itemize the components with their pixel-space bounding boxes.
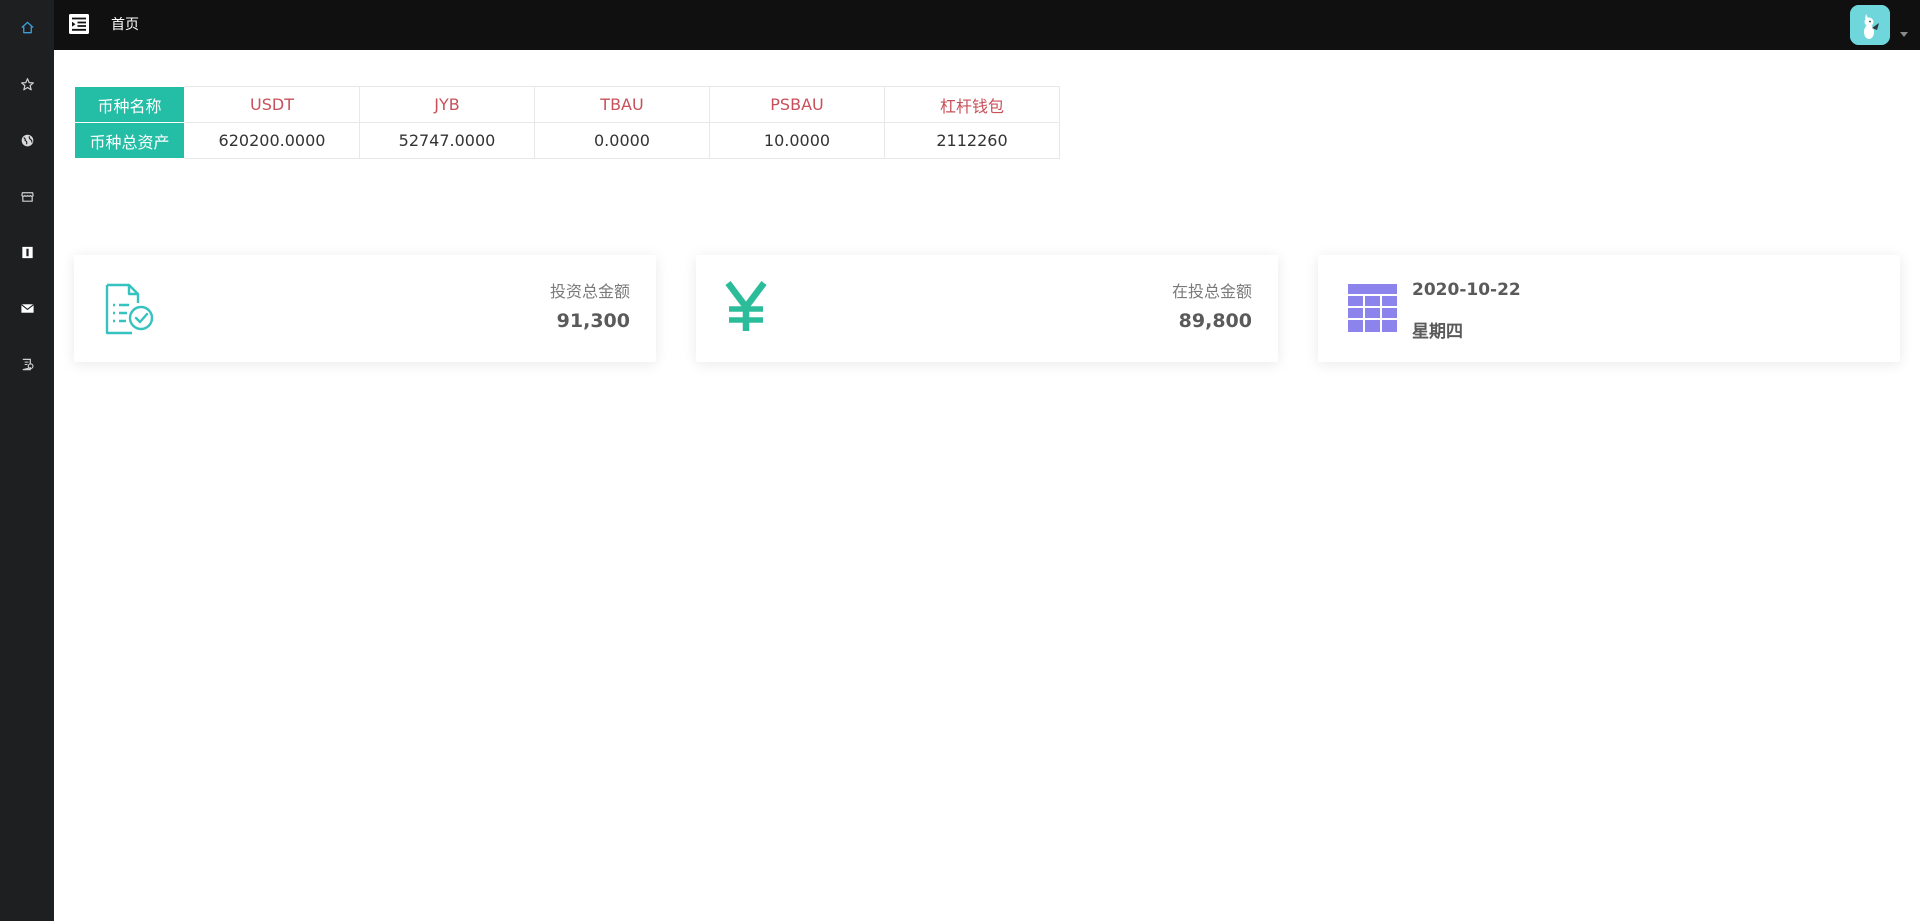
coin-total-cell: 52747.0000 xyxy=(359,122,535,159)
top-bar: 首页 xyxy=(54,0,1920,50)
globe-icon xyxy=(21,134,33,146)
coin-name-cell: TBAU xyxy=(534,86,710,123)
invest-total-label: 投资总金额 xyxy=(549,282,630,301)
current-weekday: 星期四 xyxy=(1412,322,1463,342)
coin-name-header: 币种名称 xyxy=(74,86,185,123)
mail-icon xyxy=(20,303,34,313)
sidebar-item-home[interactable] xyxy=(0,7,54,47)
coin-name-cell: JYB xyxy=(359,86,535,123)
coin-total-cell: 0.0000 xyxy=(534,122,710,159)
coin-name-row: 币种名称 USDT JYB TBAU PSBAU 杠杆钱包 xyxy=(74,86,1060,123)
date-card: 2020-10-22 星期四 xyxy=(1318,255,1900,362)
report-icon xyxy=(22,358,34,370)
sidebar-item-report[interactable] xyxy=(0,344,54,384)
calendar-icon xyxy=(1348,284,1397,332)
coin-name-cell: PSBAU xyxy=(709,86,885,123)
avatar-image-icon xyxy=(1850,5,1890,45)
sidebar-item-info[interactable] xyxy=(0,232,54,272)
coin-total-row: 币种总资产 620200.0000 52747.0000 0.0000 10.0… xyxy=(74,122,1060,159)
sidebar-item-favorites[interactable] xyxy=(0,64,54,104)
investing-total-card: 在投总金额 89,800 xyxy=(696,255,1278,362)
breadcrumb-home[interactable]: 首页 xyxy=(111,0,139,50)
investing-total-value: 89,800 xyxy=(1178,310,1252,332)
sidebar-item-globe[interactable] xyxy=(0,120,54,160)
current-date: 2020-10-22 xyxy=(1412,280,1521,300)
sidebar-item-store[interactable] xyxy=(0,176,54,216)
invest-total-value: 91,300 xyxy=(556,310,630,332)
sidebar-item-mail[interactable] xyxy=(0,288,54,328)
coin-total-cell: 2112260 xyxy=(884,122,1060,159)
home-icon xyxy=(20,21,34,33)
yuan-icon xyxy=(725,281,767,331)
coin-total-header: 币种总资产 xyxy=(74,122,185,159)
coin-name-cell: USDT xyxy=(184,86,360,123)
user-avatar[interactable] xyxy=(1850,5,1890,45)
star-icon xyxy=(20,77,34,90)
user-menu-caret-icon[interactable] xyxy=(1900,32,1908,37)
asset-summary-table: 币种名称 USDT JYB TBAU PSBAU 杠杆钱包 币种总资产 6202… xyxy=(74,86,1060,159)
store-icon xyxy=(20,191,34,202)
coin-total-cell: 10.0000 xyxy=(709,122,885,159)
coin-total-cell: 620200.0000 xyxy=(184,122,360,159)
sidebar xyxy=(0,0,54,921)
coin-name-cell: 杠杆钱包 xyxy=(884,86,1060,123)
info-icon xyxy=(21,246,33,258)
menu-toggle-icon[interactable] xyxy=(68,13,90,35)
invest-total-card: 投资总金额 91,300 xyxy=(74,255,656,362)
investing-total-label: 在投总金额 xyxy=(1171,282,1252,301)
document-check-icon xyxy=(105,283,154,335)
